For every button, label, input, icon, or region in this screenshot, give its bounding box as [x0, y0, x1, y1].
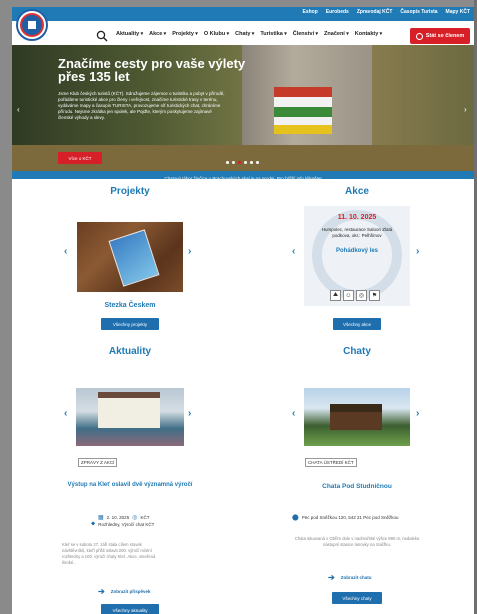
slider-dot[interactable] — [238, 161, 241, 164]
walker-icon: ⚑ — [369, 290, 380, 301]
all-events-button[interactable]: Všechny akce — [333, 318, 381, 330]
become-member-label: Stát se členem — [425, 33, 465, 39]
hiking-icon: ⛰ — [330, 290, 341, 301]
arrow-right-icon: ➔ — [98, 587, 105, 596]
projekt-name[interactable]: Stezka Českem — [77, 302, 183, 309]
become-member-button[interactable]: Stát se členem — [410, 28, 470, 44]
akce-name[interactable]: Pohádkový les — [304, 248, 410, 254]
slider-dot[interactable] — [244, 161, 247, 164]
nav-turistika[interactable]: Turistika — [260, 31, 286, 37]
akce-next-icon[interactable]: › — [416, 246, 419, 257]
akce-card[interactable]: 11. 10. 2025 Humpolec, restaurace Saloon… — [304, 206, 410, 306]
nav-projekty[interactable]: Projekty — [172, 31, 198, 37]
nav-o-klubu[interactable]: O Klubu — [204, 31, 229, 37]
show-chata-label: Zobrazit chatu — [340, 575, 372, 580]
stroller-icon: ◎ — [356, 290, 367, 301]
nav-chaty[interactable]: Chaty — [235, 31, 254, 37]
hero-text: Jsme Klub českých turistů (KČT). Sdružuj… — [58, 91, 225, 120]
aktuality-next-icon[interactable]: › — [188, 408, 191, 419]
akce-prev-icon[interactable]: ‹ — [292, 246, 295, 257]
show-post-link[interactable]: ➔ Zobrazit příspěvek — [98, 587, 150, 596]
news-excerpt: Kleť se v sobotu 27. září stala cílem st… — [62, 542, 156, 565]
news-tag[interactable]: ZPRÁVY Z AKCÍ — [78, 458, 118, 467]
chaty-next-icon[interactable]: › — [416, 408, 419, 419]
all-huts-button[interactable]: Všechny chaty — [332, 592, 382, 604]
chaty-title: Chaty — [343, 346, 371, 357]
all-projects-button[interactable]: Všechny projekty — [101, 318, 159, 330]
chata-address: Pec pod Sněžkou 120, 542 21 Pec pod Sněž… — [301, 515, 399, 520]
calendar-icon: ▦ — [98, 515, 104, 521]
slider-prev-icon[interactable]: ‹ — [17, 105, 20, 114]
show-post-label: Zobrazit příspěvek — [110, 589, 151, 594]
aktuality-title: Aktuality — [108, 346, 152, 357]
projekty-title: Projekty — [110, 186, 150, 197]
author-icon: ◎ — [132, 515, 138, 521]
nav-kontakty[interactable]: Kontakty — [355, 31, 382, 37]
kct-seal-image — [312, 210, 402, 300]
slider-dot[interactable] — [256, 161, 259, 164]
nav-clenstvi[interactable]: Členství — [293, 31, 318, 37]
hero-title: Značíme cesty pro vaše výlety přes 135 l… — [58, 56, 246, 84]
akce-icons: ⛰ ☺ ◎ ⚑ — [330, 290, 380, 301]
slider-dots — [226, 161, 259, 164]
top-bar: Eshop Eurobeds Zpravodaj KČT Časopis Tur… — [12, 7, 474, 21]
projekt-image[interactable] — [77, 222, 183, 292]
news-date: 2. 10. 2025 — [106, 515, 130, 520]
chata-tag[interactable]: CHATA ÚSTŘEDÍ KČT — [305, 458, 357, 467]
chata-description: Chata situovaná v Obřím dole v nadmořské… — [294, 536, 420, 547]
toplink-eurobeds[interactable]: Eurobeds — [326, 9, 349, 15]
user-icon — [415, 32, 423, 40]
hero-slider: Značíme cesty pro vaše výlety přes 135 l… — [12, 45, 474, 171]
akce-place: Humpolec, restaurace Saloon Zlatá podkov… — [321, 227, 393, 238]
kct-logo[interactable] — [16, 9, 48, 41]
toplink-casopis[interactable]: Časopis Turista — [400, 9, 437, 15]
projekty-prev-icon[interactable]: ‹ — [64, 246, 67, 257]
news-title[interactable]: Výstup na Kleť oslavil dvě významná výro… — [66, 481, 194, 489]
tag-icon: ⬥ — [91, 521, 96, 527]
about-kct-button[interactable]: Více o KČT — [58, 152, 102, 164]
news-meta-date: ▦ 2. 10. 2025 ◎ KČT — [98, 514, 149, 521]
news-author: KČT — [140, 515, 150, 520]
show-chata-link[interactable]: ➔ Zobrazit chatu — [328, 573, 371, 582]
slider-dot[interactable] — [232, 161, 235, 164]
akce-title: Akce — [345, 186, 369, 197]
all-news-button[interactable]: Všechny aktuality — [101, 604, 159, 614]
arrow-right-icon: ➔ — [328, 573, 335, 582]
toplink-mapy[interactable]: Mapy KČT — [446, 9, 470, 15]
chata-address-row: ⬤ Pec pod Sněžkou 120, 542 21 Pec pod Sn… — [292, 514, 399, 521]
nav-znaceni[interactable]: Značení — [324, 31, 349, 37]
slider-dot[interactable] — [250, 161, 253, 164]
toplink-eshop[interactable]: Eshop — [303, 9, 318, 15]
news-categories[interactable]: Rozhledny, Výročí chat KČT — [98, 522, 154, 527]
chata-name[interactable]: Chata Pod Studničnou — [304, 483, 410, 490]
news-image[interactable] — [76, 388, 184, 446]
nav-aktuality[interactable]: Aktuality — [116, 31, 143, 37]
slider-next-icon[interactable]: › — [464, 105, 467, 114]
projekty-next-icon[interactable]: › — [188, 246, 191, 257]
location-pin-icon: ⬤ — [292, 515, 299, 521]
aktuality-prev-icon[interactable]: ‹ — [64, 408, 67, 419]
nav-akce[interactable]: Akce — [149, 31, 166, 37]
akce-date: 11. 10. 2025 — [337, 214, 377, 221]
slider-dot[interactable] — [226, 161, 229, 164]
search-icon[interactable] — [96, 30, 108, 42]
family-icon: ☺ — [343, 290, 354, 301]
chata-image[interactable] — [304, 388, 410, 446]
toplink-zpravodaj[interactable]: Zpravodaj KČT — [357, 9, 393, 15]
chaty-prev-icon[interactable]: ‹ — [292, 408, 295, 419]
news-meta-categories: ⬥ Rozhledny, Výročí chat KČT — [91, 521, 154, 528]
